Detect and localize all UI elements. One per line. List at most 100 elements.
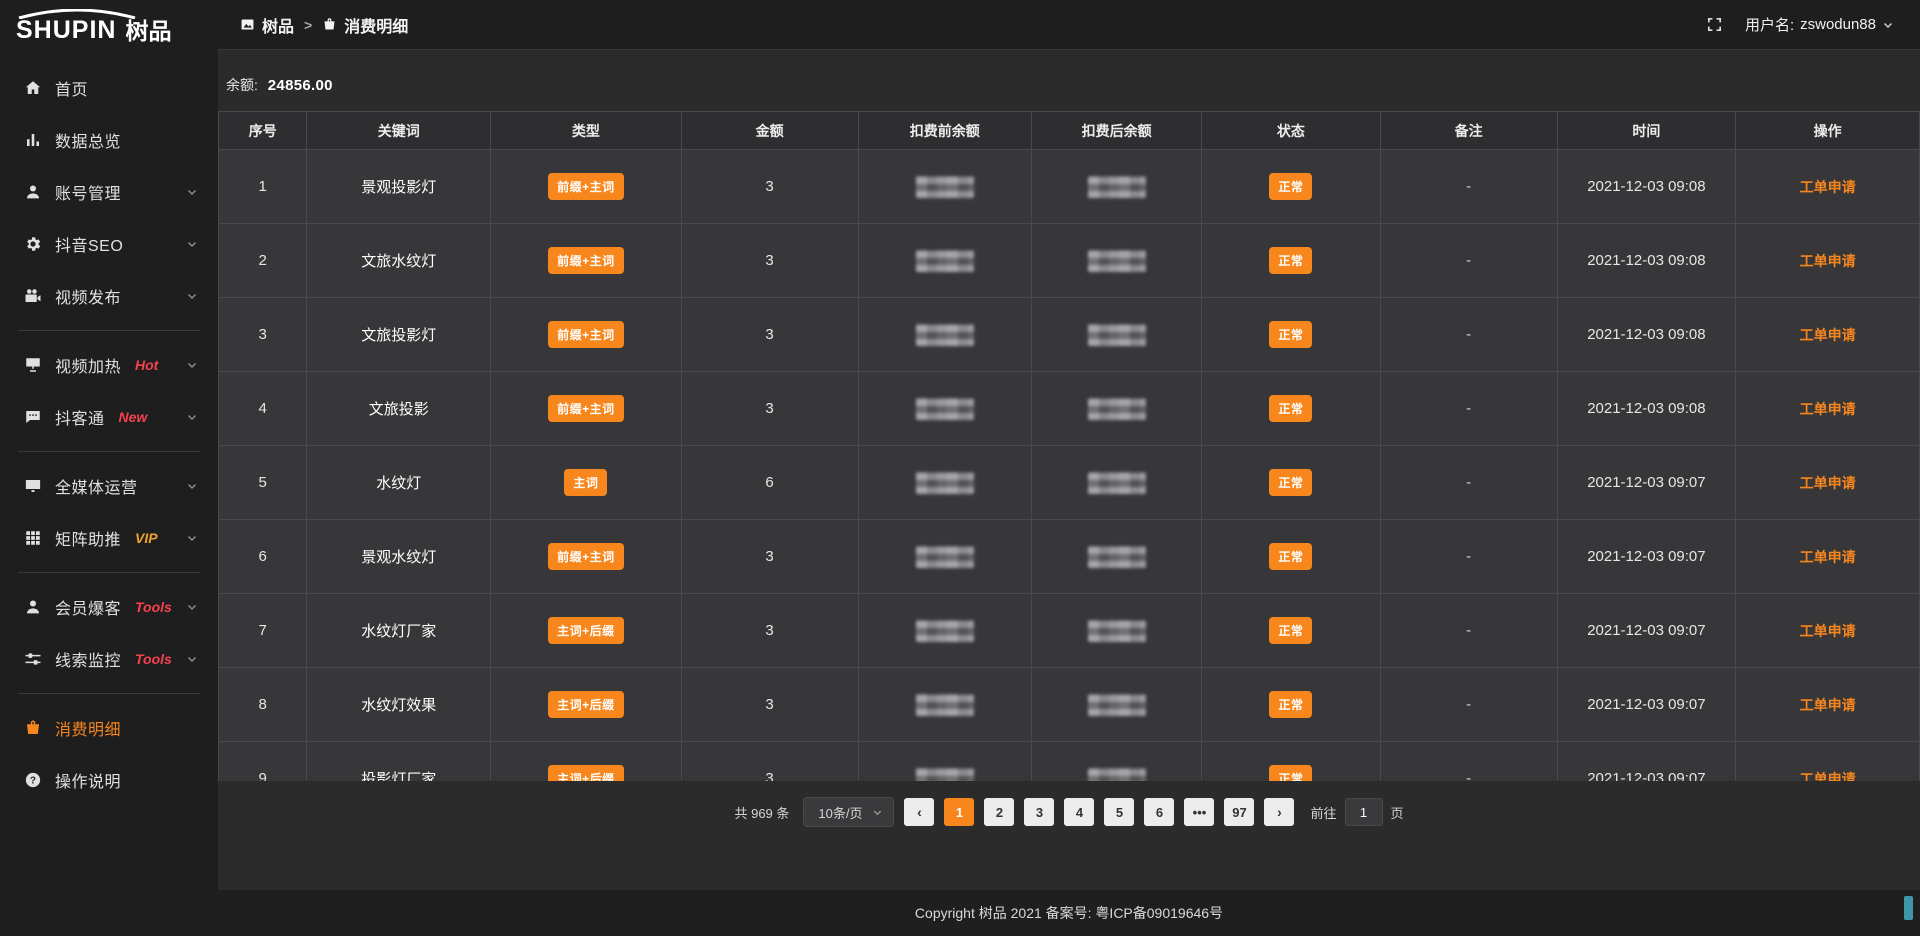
cell-status: 正常 xyxy=(1202,298,1381,372)
sidebar-item-expense-detail[interactable]: 消费明细 xyxy=(0,702,218,754)
home-icon xyxy=(24,79,42,97)
cell-time: 2021-12-03 09:07 xyxy=(1557,446,1736,520)
cell-action: 工单申请 xyxy=(1736,224,1920,298)
cell-time: 2021-12-03 09:07 xyxy=(1557,520,1736,594)
cell-amount: 6 xyxy=(681,446,858,520)
svg-text:?: ? xyxy=(30,775,36,786)
expense-table: 序号 关键词 类型 金额 扣费前余额 扣费后余额 状态 备注 时间 操作 1 景… xyxy=(218,111,1920,781)
type-badge: 前缀+主词 xyxy=(548,321,624,348)
topbar-right: 用户名: zswodun88 xyxy=(1706,14,1894,35)
page-button-1[interactable]: 1 xyxy=(944,798,974,826)
page-button-6[interactable]: 6 xyxy=(1144,798,1174,826)
next-page-button[interactable]: › xyxy=(1264,798,1294,826)
sidebar-item-matrix-boost[interactable]: 矩阵助推 VIP xyxy=(0,512,218,564)
cell-status: 正常 xyxy=(1202,372,1381,446)
breadcrumb-separator: > xyxy=(304,17,312,33)
breadcrumb: 树品 > 消费明细 xyxy=(240,13,408,37)
cell-balance-before xyxy=(858,150,1032,224)
chevron-down-icon xyxy=(186,359,198,371)
logo-wordmark: SHUPIN xyxy=(16,8,116,45)
sidebar-item-label: 会员爆客 xyxy=(55,595,121,619)
sidebar-item-data-overview[interactable]: 数据总览 xyxy=(0,114,218,166)
prev-page-button[interactable]: ‹ xyxy=(904,798,934,826)
masked-value xyxy=(1088,324,1146,346)
sidebar-item-lead-monitor[interactable]: 线索监控 Tools xyxy=(0,633,218,685)
cell-status: 正常 xyxy=(1202,224,1381,298)
col-header-status: 状态 xyxy=(1202,112,1381,150)
chevron-down-icon xyxy=(186,186,198,198)
masked-value xyxy=(916,472,974,494)
work-order-link[interactable]: 工单申请 xyxy=(1800,327,1856,343)
breadcrumb-item-expense-detail[interactable]: 消费明细 xyxy=(322,13,408,37)
sidebar-item-douketong[interactable]: 抖客通 New xyxy=(0,391,218,443)
page-button-3[interactable]: 3 xyxy=(1024,798,1054,826)
sidebar-divider xyxy=(18,693,200,694)
work-order-link[interactable]: 工单申请 xyxy=(1800,253,1856,269)
work-order-link[interactable]: 工单申请 xyxy=(1800,549,1856,565)
cell-type: 前缀+主词 xyxy=(491,520,682,594)
vip-tag: VIP xyxy=(135,530,158,546)
sidebar-item-account-mgmt[interactable]: 账号管理 xyxy=(0,166,218,218)
video-camera-icon xyxy=(24,287,42,305)
page-button-97[interactable]: 97 xyxy=(1224,798,1254,826)
table-row: 9 投影灯厂家 主词+后缀 3 正常 - 2021-12-03 09:07 工单… xyxy=(219,742,1920,782)
work-order-link[interactable]: 工单申请 xyxy=(1800,401,1856,417)
work-order-link[interactable]: 工单申请 xyxy=(1800,697,1856,713)
cell-amount: 3 xyxy=(681,150,858,224)
cell-amount: 3 xyxy=(681,520,858,594)
expense-table-wrap: 序号 关键词 类型 金额 扣费前余额 扣费后余额 状态 备注 时间 操作 1 景… xyxy=(218,111,1920,781)
page-button-2[interactable]: 2 xyxy=(984,798,1014,826)
page-button-5[interactable]: 5 xyxy=(1104,798,1134,826)
cell-balance-after xyxy=(1032,446,1202,520)
col-header-keyword: 关键词 xyxy=(307,112,491,150)
work-order-link[interactable]: 工单申请 xyxy=(1800,771,1856,782)
fullscreen-button[interactable] xyxy=(1706,16,1723,33)
masked-value xyxy=(1088,176,1146,198)
col-header-action: 操作 xyxy=(1736,112,1920,150)
table-row: 8 水纹灯效果 主词+后缀 3 正常 - 2021-12-03 09:07 工单… xyxy=(219,668,1920,742)
chevron-down-icon xyxy=(186,411,198,423)
copyright-text: Copyright 树品 2021 备案号: 粤ICP备09019646号 xyxy=(915,903,1223,923)
chevron-down-icon xyxy=(186,532,198,544)
cell-status: 正常 xyxy=(1202,742,1381,782)
type-badge: 前缀+主词 xyxy=(548,173,624,200)
sidebar-item-media-operation[interactable]: 全媒体运营 xyxy=(0,460,218,512)
sidebar-item-member-burst[interactable]: 会员爆客 Tools xyxy=(0,581,218,633)
status-badge: 正常 xyxy=(1269,321,1312,348)
sidebar-item-video-heat[interactable]: 视频加热 Hot xyxy=(0,339,218,391)
page-size-select[interactable]: 10条/页 xyxy=(803,797,894,827)
gear-icon xyxy=(24,235,42,253)
sidebar-item-douyin-seo[interactable]: 抖音SEO xyxy=(0,218,218,270)
cell-type: 主词+后缀 xyxy=(491,594,682,668)
sidebar-item-instructions[interactable]: ? 操作说明 xyxy=(0,754,218,806)
scrollbar-thumb[interactable] xyxy=(1904,896,1913,920)
brand-logo[interactable]: SHUPIN 树品 xyxy=(0,0,218,52)
masked-value xyxy=(1088,398,1146,420)
breadcrumb-item-home[interactable]: 树品 xyxy=(240,13,294,37)
work-order-link[interactable]: 工单申请 xyxy=(1800,179,1856,195)
pagination: 共 969 条 10条/页 ‹ 1 2 3 4 5 6 ••• 97 › 前往 … xyxy=(218,797,1920,827)
cell-balance-before xyxy=(858,298,1032,372)
goto-page: 前往 页 xyxy=(1310,798,1403,826)
tools-tag: Tools xyxy=(135,599,172,615)
sidebar-item-video-publish[interactable]: 视频发布 xyxy=(0,270,218,322)
cell-keyword: 景观投影灯 xyxy=(307,150,491,224)
masked-value xyxy=(1088,472,1146,494)
work-order-link[interactable]: 工单申请 xyxy=(1800,623,1856,639)
cell-type: 前缀+主词 xyxy=(491,298,682,372)
goto-page-input[interactable] xyxy=(1345,798,1383,826)
user-menu[interactable]: 用户名: zswodun88 xyxy=(1745,14,1894,35)
cell-action: 工单申请 xyxy=(1736,298,1920,372)
page-ellipsis-button[interactable]: ••• xyxy=(1184,798,1214,826)
cell-balance-before xyxy=(858,668,1032,742)
sidebar-item-home[interactable]: 首页 xyxy=(0,62,218,114)
cell-time: 2021-12-03 09:07 xyxy=(1557,594,1736,668)
sidebar-item-label: 线索监控 xyxy=(55,647,121,671)
cell-status: 正常 xyxy=(1202,668,1381,742)
cell-keyword: 水纹灯 xyxy=(307,446,491,520)
chevron-down-icon xyxy=(186,480,198,492)
work-order-link[interactable]: 工单申请 xyxy=(1800,475,1856,491)
masked-value xyxy=(916,694,974,716)
cell-time: 2021-12-03 09:07 xyxy=(1557,668,1736,742)
page-button-4[interactable]: 4 xyxy=(1064,798,1094,826)
